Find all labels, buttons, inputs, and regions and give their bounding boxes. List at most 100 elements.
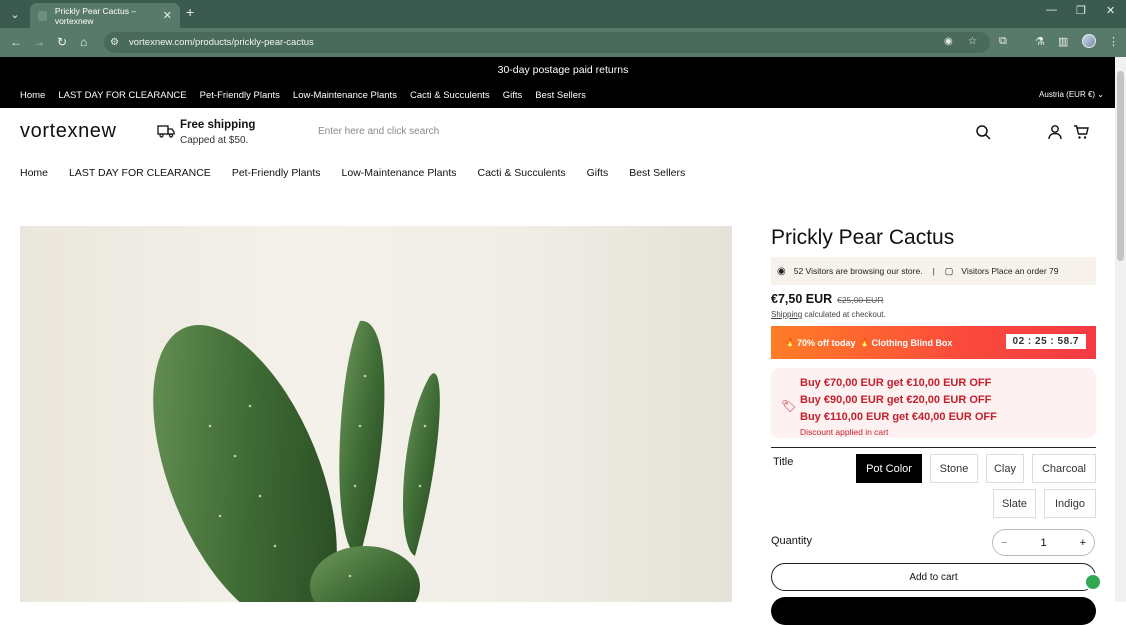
promo-text: 70% off today	[796, 337, 856, 348]
product-title: Prickly Pear Cactus	[771, 226, 955, 249]
mainnav-item-pet-friendly[interactable]: Pet-Friendly Plants	[232, 167, 321, 179]
address-bar[interactable]: ⚙ vortexnew.com/products/prickly-pear-ca…	[104, 32, 990, 53]
discount-box: 🏷 Buy €70,00 EUR get €10,00 EUR OFF Buy …	[771, 368, 1096, 438]
product-price: €7,50 EUR	[771, 292, 833, 306]
discount-line: Buy €110,00 EUR get €40,00 EUR OFF	[800, 411, 997, 423]
browser-tabbar: ⌄ Prickly Pear Cactus – vortexnew ✕ + — …	[0, 0, 1126, 28]
top-nav: Home LAST DAY FOR CLEARANCE Pet-Friendly…	[0, 82, 1126, 108]
promo-banner[interactable]: 🔥 70% off today 🔥 Clothing Blind Box 02 …	[771, 326, 1096, 359]
promo-text-2: Clothing Blind Box	[871, 337, 953, 348]
topnav-item-low-maintenance[interactable]: Low-Maintenance Plants	[293, 90, 397, 101]
truck-icon	[157, 125, 175, 138]
quantity-label: Quantity	[771, 535, 812, 547]
shipping-link[interactable]: Shipping	[771, 310, 802, 319]
option-slate[interactable]: Slate	[993, 489, 1036, 518]
cactus-illustration	[153, 320, 440, 602]
mainnav-item-gifts[interactable]: Gifts	[587, 167, 609, 179]
mainnav-item-low-maintenance[interactable]: Low-Maintenance Plants	[342, 167, 457, 179]
url-text: vortexnew.com/products/prickly-pear-cact…	[128, 37, 314, 48]
announcement-text: 30-day postage paid returns	[497, 63, 629, 76]
scrollbar[interactable]	[1115, 57, 1126, 602]
option-indigo[interactable]: Indigo	[1044, 489, 1096, 518]
topnav-item-cacti[interactable]: Cacti & Succulents	[410, 90, 490, 101]
site-logo[interactable]: vortexnew	[20, 120, 117, 143]
cart-icon[interactable]	[1073, 124, 1089, 140]
eye-off-icon[interactable]: ◉	[944, 36, 953, 47]
extensions-icon[interactable]: ⧉	[999, 35, 1007, 48]
tab-close-icon[interactable]: ✕	[163, 9, 172, 22]
discount-applied: Discount applied in cart	[800, 427, 889, 437]
locale-selector[interactable]: Austria (EUR €) ⌄	[1039, 90, 1104, 99]
shipping-note: Shipping calculated at checkout.	[771, 310, 1096, 319]
visitors-order: Visitors Place an order 79	[961, 266, 1059, 276]
scrollbar-thumb[interactable]	[1117, 71, 1124, 261]
fire-icon-2: 🔥	[859, 338, 870, 347]
locale-text: Austria (EUR €)	[1039, 90, 1096, 99]
product-image[interactable]	[20, 226, 732, 602]
buy-now-button[interactable]	[771, 597, 1096, 625]
site-info-icon[interactable]: ⚙	[110, 37, 119, 48]
shipping-note-text: calculated at checkout.	[802, 310, 886, 319]
main-nav: Home LAST DAY FOR CLEARANCE Pet-Friendly…	[0, 155, 1126, 190]
chat-icon[interactable]	[1084, 573, 1102, 591]
profile-avatar[interactable]	[1082, 34, 1096, 48]
search-input[interactable]: Enter here and click search	[318, 126, 439, 137]
mainnav-item-home[interactable]: Home	[20, 167, 48, 179]
variant-selector: Title Pot Color Stone Clay Charcoal Slat…	[771, 448, 1096, 522]
bookmark-star-icon[interactable]: ☆	[968, 36, 977, 47]
mainnav-item-clearance[interactable]: LAST DAY FOR CLEARANCE	[69, 167, 211, 179]
back-icon[interactable]: ←	[10, 35, 22, 49]
shipping-subtitle: Capped at $50.	[180, 135, 249, 146]
add-to-cart-button[interactable]: Add to cart	[771, 563, 1096, 591]
tag-icon: 🏷	[781, 399, 797, 413]
maximize-icon[interactable]: ❐	[1076, 4, 1086, 17]
shipping-title: Free shipping	[180, 119, 256, 131]
option-stone[interactable]: Stone	[930, 454, 978, 483]
quantity-value[interactable]: 1	[1040, 537, 1046, 549]
discount-line: Buy €70,00 EUR get €10,00 EUR OFF	[800, 377, 992, 389]
topnav-item-clearance[interactable]: LAST DAY FOR CLEARANCE	[58, 90, 186, 101]
reload-icon[interactable]: ↻	[57, 35, 67, 49]
visitors-browsing: 52 Visitors are browsing our store.	[793, 266, 923, 276]
browser-tab[interactable]: Prickly Pear Cactus – vortexnew ✕	[30, 3, 180, 28]
product-info: Prickly Pear Cactus ◉ 52 Visitors are br…	[771, 226, 1096, 625]
home-icon[interactable]: ⌂	[80, 35, 87, 49]
option-pot-color[interactable]: Pot Color	[856, 454, 922, 483]
countdown-timer: 02 : 25 : 58.7	[1005, 334, 1086, 349]
window-close-icon[interactable]: ✕	[1106, 4, 1115, 17]
minus-icon[interactable]: −	[1001, 537, 1007, 549]
eye-icon: ◉	[777, 265, 786, 277]
topnav-item-pet-friendly[interactable]: Pet-Friendly Plants	[200, 90, 280, 101]
favicon-icon	[38, 10, 47, 21]
menu-kebab-icon[interactable]: ⋮	[1108, 35, 1119, 48]
tab-search-icon[interactable]: ⌄	[6, 5, 24, 23]
plus-icon[interactable]: +	[1080, 537, 1086, 549]
forward-icon[interactable]: →	[33, 35, 45, 49]
option-clay[interactable]: Clay	[986, 454, 1024, 483]
browser-toolbar: ← → ↻ ⌂ ⚙ vortexnew.com/products/prickly…	[0, 28, 1126, 57]
mainnav-item-cacti[interactable]: Cacti & Succulents	[478, 167, 566, 179]
mainnav-item-best-sellers[interactable]: Best Sellers	[629, 167, 685, 179]
tab-title: Prickly Pear Cactus – vortexnew	[54, 5, 137, 26]
quantity-stepper: − 1 +	[992, 529, 1095, 556]
fire-icon: 🔥	[785, 338, 795, 347]
topnav-item-gifts[interactable]: Gifts	[503, 90, 523, 101]
bag-icon: ▢	[944, 265, 954, 276]
price-row: €7,50 EUR €25,00 EUR	[771, 292, 1096, 306]
site-header: vortexnew Free shipping Capped at $50. E…	[0, 108, 1126, 155]
sidepanel-icon[interactable]: ▥	[1058, 35, 1068, 48]
visitors-banner: ◉ 52 Visitors are browsing our store. | …	[771, 257, 1096, 285]
compare-price: €25,00 EUR	[837, 295, 884, 305]
account-icon[interactable]	[1047, 124, 1063, 140]
topnav-item-home[interactable]: Home	[20, 90, 45, 101]
topnav-item-best-sellers[interactable]: Best Sellers	[535, 90, 586, 101]
option-label: Title	[773, 456, 794, 468]
discount-line: Buy €90,00 EUR get €20,00 EUR OFF	[800, 394, 992, 406]
search-icon[interactable]	[975, 124, 991, 140]
lab-icon[interactable]: ⚗	[1035, 35, 1045, 48]
new-tab-icon[interactable]: +	[186, 4, 194, 20]
chevron-down-icon: ⌄	[1097, 90, 1104, 99]
announcement-bar: 30-day postage paid returns	[0, 57, 1126, 82]
option-charcoal[interactable]: Charcoal	[1032, 454, 1096, 483]
minimize-icon[interactable]: —	[1046, 4, 1057, 16]
